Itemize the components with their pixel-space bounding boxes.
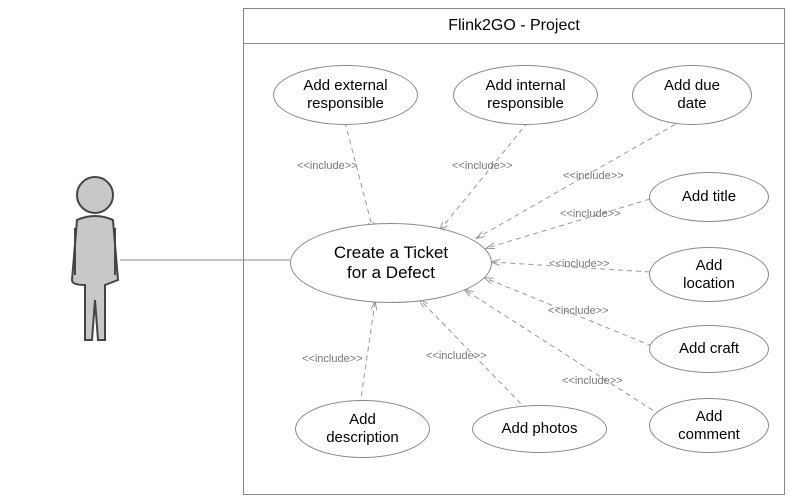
usecase-add-external-responsible: Add externalresponsible <box>273 65 418 125</box>
include-label: <<include>> <box>302 353 363 365</box>
usecase-add-comment: Addcomment <box>649 398 769 453</box>
include-label: <<include>> <box>297 160 358 172</box>
actor <box>60 170 130 355</box>
include-label: <<include>> <box>560 208 621 220</box>
usecase-add-photos: Add photos <box>472 405 607 453</box>
include-label: <<include>> <box>549 258 610 270</box>
include-label: <<include>> <box>563 170 624 182</box>
usecase-add-title: Add title <box>649 172 769 222</box>
usecase-add-craft: Add craft <box>649 325 769 373</box>
include-label: <<include>> <box>548 305 609 317</box>
include-label: <<include>> <box>426 350 487 362</box>
usecase-add-internal-responsible: Add internalresponsible <box>453 65 598 125</box>
usecase-add-description: Adddescription <box>295 400 430 458</box>
actor-icon <box>60 170 130 350</box>
include-label: <<include>> <box>562 375 623 387</box>
system-title: Flink2GO - Project <box>244 9 784 44</box>
usecase-add-due-date: Add duedate <box>632 65 752 125</box>
include-label: <<include>> <box>452 160 513 172</box>
usecase-add-location: Addlocation <box>649 247 769 302</box>
usecase-create-ticket: Create a Ticketfor a Defect <box>290 223 492 303</box>
